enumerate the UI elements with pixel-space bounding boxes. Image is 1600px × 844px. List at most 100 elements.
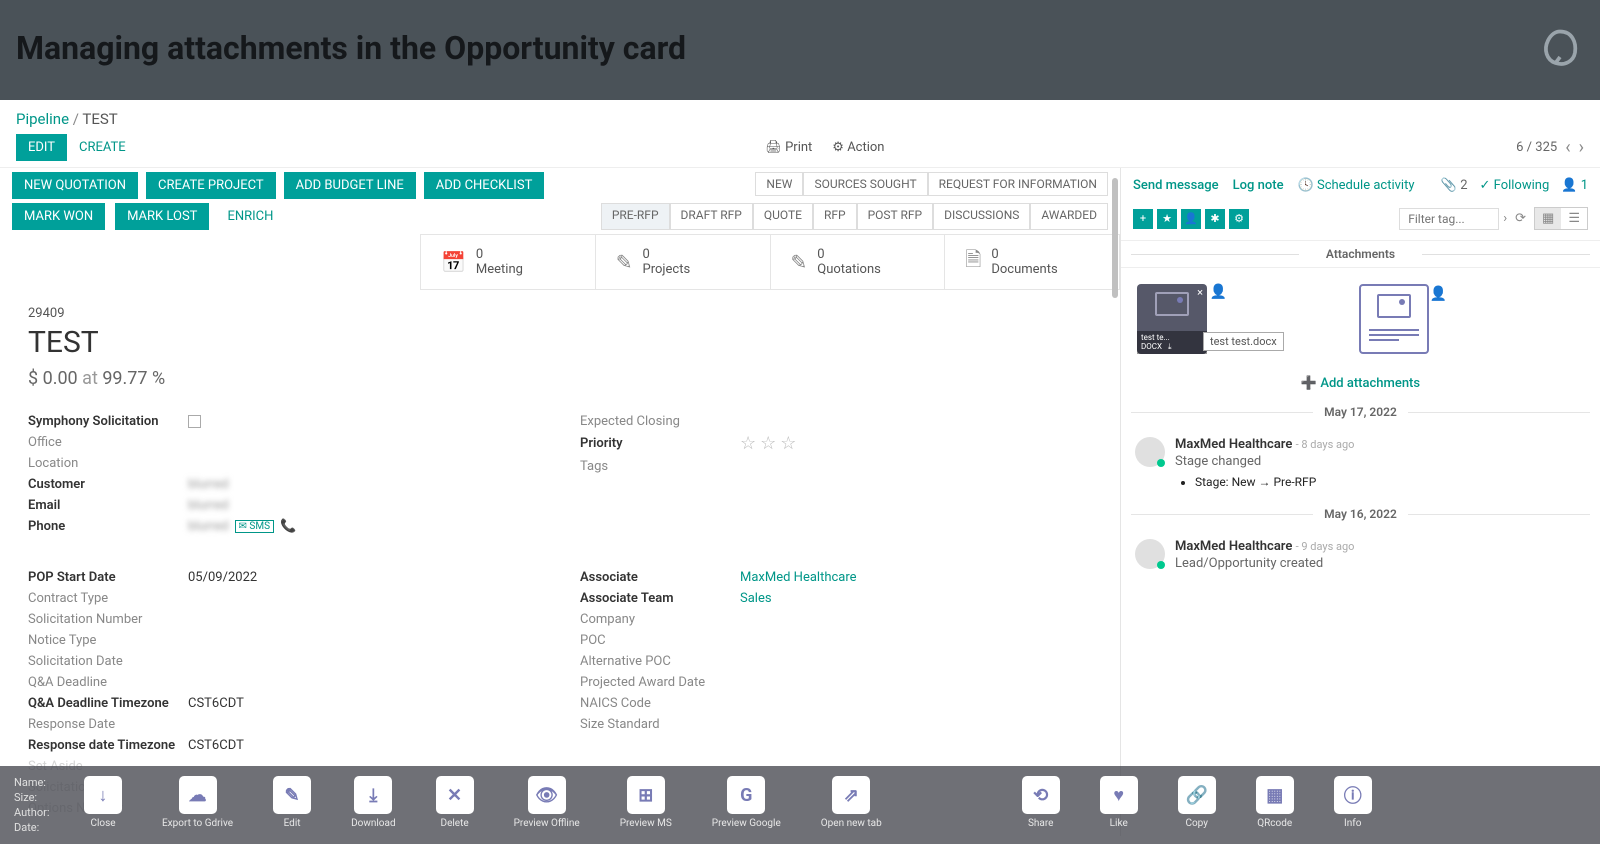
status-chip[interactable]: SOURCES SOUGHT [803,172,927,196]
stat-box[interactable]: ✎0Projects [595,235,770,289]
following-toggle[interactable]: ✓ Following [1480,178,1550,193]
toolbar-meta-label: Date: [14,821,70,834]
enrich-button[interactable]: ENRICH [219,203,281,230]
date-separator: May 16, 2022 [1121,499,1600,529]
status-chip[interactable]: PRE-RFP [601,203,670,230]
date-separator: May 17, 2022 [1121,397,1600,427]
breadcrumb-root[interactable]: Pipeline [16,110,69,128]
field-row: Company [580,610,1092,628]
filter-tag-input[interactable] [1399,208,1499,230]
topbar: EDIT CREATE 🖨 Print ⚙ Action 6 / 325 ‹ › [0,128,1600,168]
view-grid-icon[interactable]: ▦ [1535,208,1561,229]
toolbar-share-button[interactable]: ⟲Share [1022,776,1060,829]
log-note-link[interactable]: Log note [1233,178,1284,193]
toolbar-meta-label: Author: [14,806,70,819]
field-row: Office [28,433,540,451]
add-attachments-button[interactable]: ➕ Add attachments [1121,370,1600,397]
field-row: Associate TeamSales [580,589,1092,607]
breadcrumb: Pipeline / TEST [0,100,1600,128]
stat-box[interactable]: 📅0Meeting [420,235,595,289]
status-chip[interactable]: REQUEST FOR INFORMATION [928,172,1108,196]
field-row: Contract Type [28,589,540,607]
toolbar-like-button[interactable]: ♥Like [1100,776,1138,829]
create-button[interactable]: CREATE [71,134,134,161]
status-bar-2: PRE-RFPDRAFT RFPQUOTERFPPOST RFPDISCUSSI… [601,203,1108,230]
create-project-button[interactable]: CREATE PROJECT [146,172,276,199]
record-price: $ 0.00 at 99.77 % [28,368,1092,389]
toolbar-delete-button[interactable]: ✕Delete [436,776,474,829]
attachment-card[interactable]: 👤 [1359,284,1429,354]
toolbar-info-button[interactable]: ⓘInfo [1334,776,1372,829]
status-chip[interactable]: NEW [755,172,803,196]
sms-button[interactable]: ✉ SMS [235,520,274,533]
print-link[interactable]: 🖨 Print [765,140,812,155]
field-row: Location [28,454,540,472]
field-row: Expected Closing [580,412,1092,430]
field-row: Notice Type [28,631,540,649]
attachment-card[interactable]: × test te...DOCX ⤓ 👤 [1137,284,1207,354]
field-row: Size Standard [580,715,1092,733]
pager-text: 6 / 325 [1516,140,1557,155]
toolbar-preview-ms-button[interactable]: ⊞Preview MS [620,776,672,829]
schedule-activity-link[interactable]: 🕓 Schedule activity [1298,178,1415,193]
field-row: POP Start Date05/09/2022 [28,568,540,586]
leaf-logo-icon [1536,24,1584,72]
attachment-user-icon: 👤 [1430,286,1447,302]
action-link[interactable]: ⚙ Action [832,140,884,155]
toolbar-copy-button[interactable]: 🔗Copy [1178,776,1216,829]
chatter-star-icon[interactable]: ★ [1157,209,1177,229]
filter-go-icon[interactable]: › [1503,211,1507,226]
mark-won-button[interactable]: MARK WON [12,203,105,230]
field-row: Solicitation Date [28,652,540,670]
attachment-count[interactable]: 📎 2 [1441,178,1468,193]
record-id: 29409 [28,306,1092,321]
priority-stars[interactable]: ☆☆☆ [740,433,800,454]
view-list-icon[interactable]: ☰ [1561,208,1587,229]
attachment-remove-icon[interactable]: × [1197,286,1203,299]
field-row: POC [580,631,1092,649]
chatter-message: MaxMed Healthcare - 8 days ago Stage cha… [1121,427,1600,499]
mark-lost-button[interactable]: MARK LOST [115,203,209,230]
add-budget-button[interactable]: ADD BUDGET LINE [284,172,416,199]
status-chip[interactable]: DISCUSSIONS [933,203,1030,230]
chatter-puzzle-icon[interactable]: ✱ [1205,209,1225,229]
toolbar-close-button[interactable]: ↓Close [84,776,122,829]
status-chip[interactable]: AWARDED [1030,203,1108,230]
chatter-gear-icon[interactable]: ⚙ [1229,209,1249,229]
toolbar-qrcode-button[interactable]: ▦QRcode [1256,776,1294,829]
field-row: Emailblurred [28,496,540,514]
field-row: Response date TimezoneCST6CDT [28,736,540,754]
toolbar-open-new-tab-button[interactable]: ⇗Open new tab [821,776,882,829]
status-bar: NEWSOURCES SOUGHTREQUEST FOR INFORMATION [755,172,1108,196]
chatter-user-icon[interactable]: 👤 [1181,209,1201,229]
status-chip[interactable]: RFP [813,203,857,230]
edit-button[interactable]: EDIT [16,134,67,161]
page-title: Managing attachments in the Opportunity … [16,29,686,67]
status-chip[interactable]: DRAFT RFP [670,203,753,230]
add-checklist-button[interactable]: ADD CHECKLIST [424,172,545,199]
pager-next[interactable]: › [1579,137,1584,158]
phone-icon[interactable]: 📞 [280,519,296,534]
status-chip[interactable]: QUOTE [753,203,813,230]
filter-refresh-icon[interactable]: ⟳ [1515,211,1526,226]
chatter-add-icon[interactable]: + [1133,209,1153,229]
status-chip[interactable]: POST RFP [857,203,933,230]
record-title: TEST [28,325,1092,360]
toolbar-edit-button[interactable]: ✎Edit [273,776,311,829]
toolbar-preview-offline-button[interactable]: 👁Preview Offline [514,776,580,829]
toolbar-preview-google-button[interactable]: GPreview Google [712,776,781,829]
stat-box[interactable]: 🗎0Documents [944,235,1120,289]
field-row: NAICS Code [580,694,1092,712]
field-row: Priority☆☆☆ [580,433,1092,454]
send-message-link[interactable]: Send message [1133,178,1219,193]
field-row: Symphony Solicitation [28,412,540,430]
scrollbar[interactable] [1110,168,1120,836]
field-row: Q&A Deadline [28,673,540,691]
stat-box[interactable]: ✎0Quotations [770,235,945,289]
toolbar-export-to-gdrive-button[interactable]: ☁Export to Gdrive [162,776,233,829]
checkbox[interactable] [188,415,201,428]
new-quotation-button[interactable]: NEW QUOTATION [12,172,138,199]
follower-count[interactable]: 👤 1 [1561,178,1588,193]
pager-prev[interactable]: ‹ [1565,137,1570,158]
toolbar-download-button[interactable]: ⤓Download [351,776,396,829]
